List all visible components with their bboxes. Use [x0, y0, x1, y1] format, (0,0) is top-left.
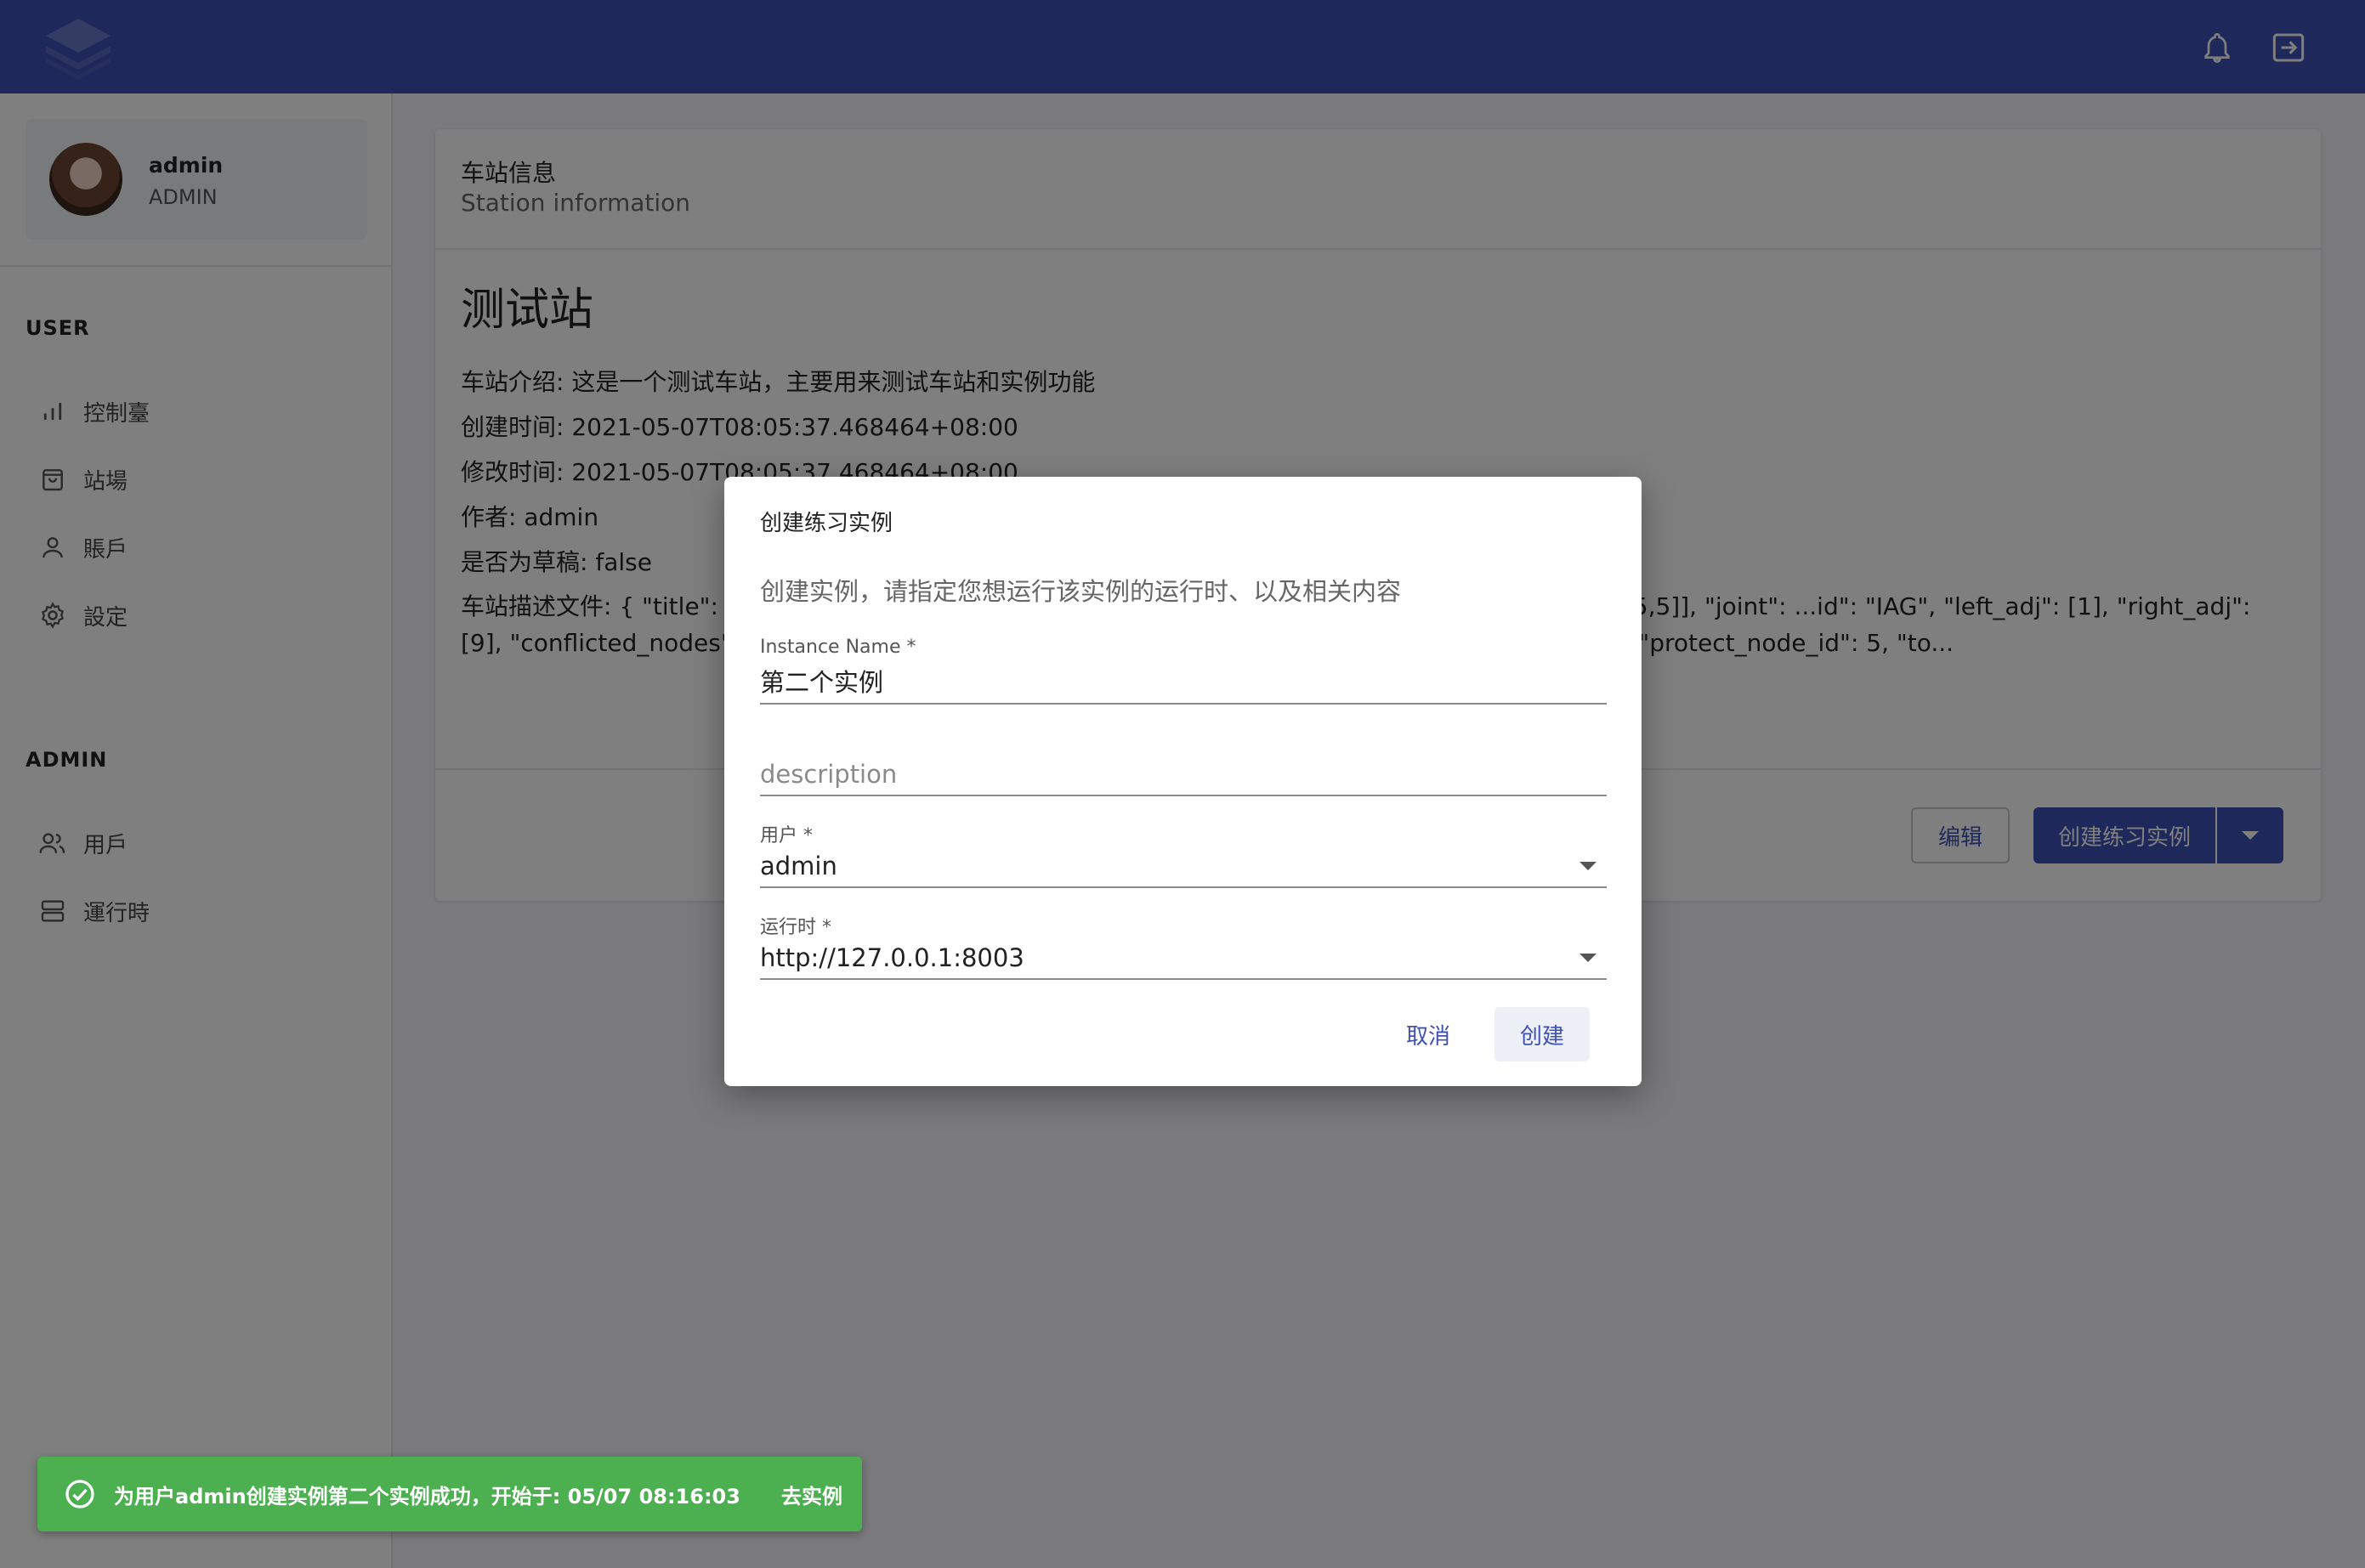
create-button[interactable]: 创建	[1494, 1007, 1590, 1061]
field-underline	[760, 978, 1607, 980]
runtime-label: 运行时 *	[760, 917, 831, 938]
chevron-down-icon	[1580, 954, 1597, 962]
description-field[interactable]: description	[760, 728, 1607, 796]
description-placeholder: description	[760, 760, 898, 789]
check-circle-icon	[63, 1477, 97, 1511]
description-input[interactable]: description	[760, 754, 1607, 795]
instance-name-input[interactable]: 第二个实例	[760, 662, 1607, 703]
field-underline	[760, 795, 1607, 796]
user-value: admin	[760, 852, 837, 880]
success-snackbar: 为用户admin创建实例第二个实例成功，开始于: 05/07 08:16:03 …	[37, 1457, 862, 1531]
instance-name-value: 第二个实例	[760, 668, 884, 697]
field-underline	[760, 703, 1607, 705]
create-instance-dialog: 创建练习实例 创建实例，请指定您想运行该实例的运行时、以及相关内容 Instan…	[724, 477, 1642, 1086]
go-to-instance-link[interactable]: 去实例	[781, 1480, 842, 1509]
instance-name-label: Instance Name *	[760, 637, 916, 658]
runtime-value: http://127.0.0.1:8003	[760, 943, 1024, 972]
dialog-description: 创建实例，请指定您想运行该实例的运行时、以及相关内容	[760, 577, 1402, 606]
instance-name-field[interactable]: Instance Name * 第二个实例	[760, 637, 1607, 705]
runtime-select-value[interactable]: http://127.0.0.1:8003	[760, 937, 1607, 978]
cancel-button[interactable]: 取消	[1387, 1007, 1469, 1061]
snackbar-message: 为用户admin创建实例第二个实例成功，开始于: 05/07 08:16:03	[114, 1484, 740, 1509]
user-select-value[interactable]: admin	[760, 846, 1607, 886]
user-select[interactable]: 用户 * admin	[760, 820, 1607, 888]
field-underline	[760, 886, 1607, 888]
chevron-down-icon	[1580, 862, 1597, 870]
runtime-select[interactable]: 运行时 * http://127.0.0.1:8003	[760, 912, 1607, 980]
dialog-title: 创建练习实例	[760, 511, 893, 536]
user-label: 用户 *	[760, 825, 813, 846]
